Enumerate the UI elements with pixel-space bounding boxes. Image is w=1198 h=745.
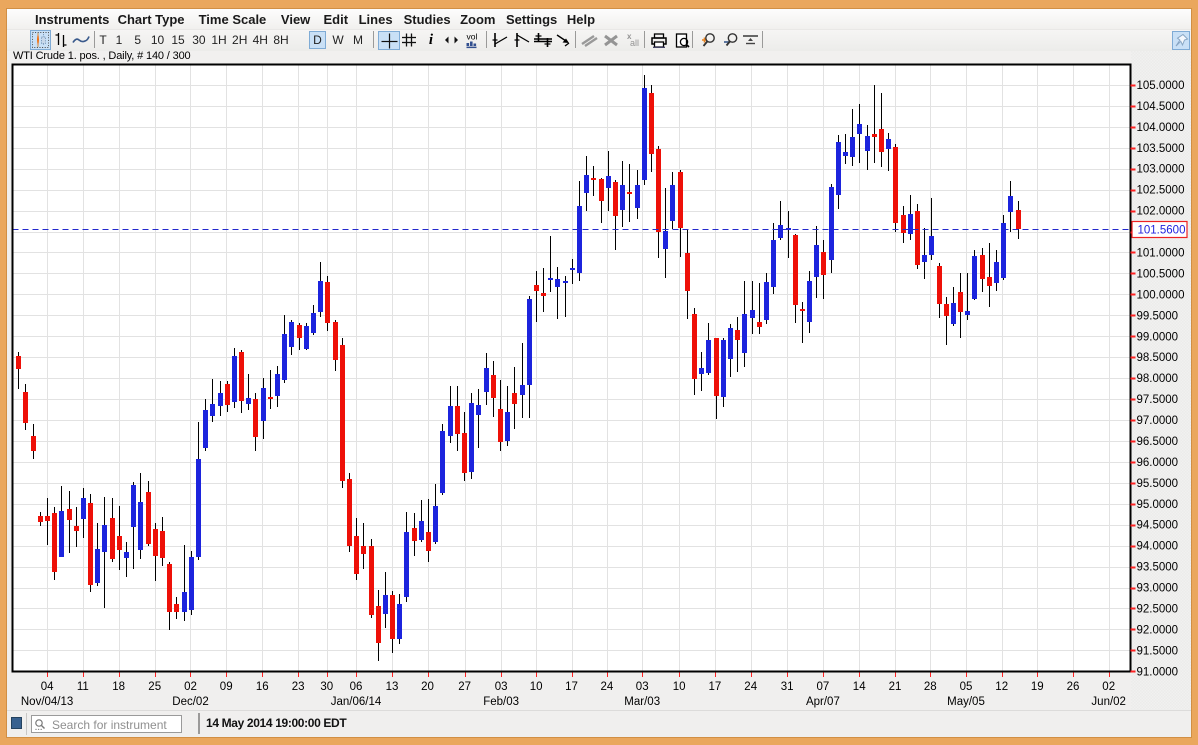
- svg-text:Jan/06/14: Jan/06/14: [331, 696, 382, 708]
- svg-text:28: 28: [924, 681, 937, 693]
- svg-text:16: 16: [256, 681, 269, 693]
- svg-text:Feb/03: Feb/03: [483, 696, 519, 708]
- svg-text:all: all: [630, 38, 639, 48]
- svg-text:21: 21: [889, 681, 902, 693]
- svg-text:104.5000: 104.5000: [1137, 101, 1185, 113]
- svg-text:May/05: May/05: [947, 696, 985, 708]
- svg-text:05: 05: [960, 681, 973, 693]
- svg-text:102.0000: 102.0000: [1137, 206, 1185, 218]
- svg-text:Apr/07: Apr/07: [806, 696, 840, 708]
- svg-text:20: 20: [421, 681, 434, 693]
- svg-text:vol: vol: [466, 32, 477, 42]
- svg-text:101.0000: 101.0000: [1137, 248, 1185, 260]
- svg-text:Dec/02: Dec/02: [172, 696, 208, 708]
- svg-text:07: 07: [817, 681, 830, 693]
- svg-text:103.5000: 103.5000: [1137, 143, 1185, 155]
- svg-text:Nov/04/13: Nov/04/13: [21, 696, 73, 708]
- svg-text:26: 26: [1067, 681, 1080, 693]
- svg-text:97.0000: 97.0000: [1137, 415, 1179, 427]
- svg-text:91.5000: 91.5000: [1137, 645, 1179, 657]
- svg-text:10: 10: [530, 681, 543, 693]
- svg-text:105.0000: 105.0000: [1137, 80, 1185, 92]
- svg-text:104.0000: 104.0000: [1137, 122, 1185, 134]
- svg-text:17: 17: [709, 681, 722, 693]
- svg-text:25: 25: [148, 681, 161, 693]
- svg-text:97.5000: 97.5000: [1137, 394, 1179, 406]
- svg-text:10: 10: [673, 681, 686, 693]
- svg-text:98.5000: 98.5000: [1137, 352, 1179, 364]
- svg-text:03: 03: [495, 681, 508, 693]
- svg-text:101.5600: 101.5600: [1138, 225, 1186, 237]
- svg-text:103.0000: 103.0000: [1137, 164, 1185, 176]
- svg-text:11: 11: [77, 681, 89, 693]
- svg-text:96.5000: 96.5000: [1137, 436, 1179, 448]
- svg-text:02: 02: [184, 681, 197, 693]
- svg-text:91.0000: 91.0000: [1137, 666, 1179, 678]
- svg-text:98.0000: 98.0000: [1137, 373, 1179, 385]
- svg-text:92.5000: 92.5000: [1137, 604, 1179, 616]
- svg-text:94.5000: 94.5000: [1137, 520, 1179, 532]
- svg-text:95.5000: 95.5000: [1137, 478, 1179, 490]
- svg-text:31: 31: [781, 681, 794, 693]
- svg-text:24: 24: [744, 681, 757, 693]
- svg-text:30: 30: [320, 681, 333, 693]
- svg-text:Mar/03: Mar/03: [624, 696, 660, 708]
- svg-text:99.5000: 99.5000: [1137, 310, 1179, 322]
- svg-text:03: 03: [636, 681, 649, 693]
- svg-text:102.5000: 102.5000: [1137, 185, 1185, 197]
- svg-text:18: 18: [112, 681, 125, 693]
- svg-text:14: 14: [853, 681, 866, 693]
- svg-text:Jun/02: Jun/02: [1091, 696, 1126, 708]
- svg-text:24: 24: [601, 681, 614, 693]
- svg-text:27: 27: [458, 681, 471, 693]
- svg-text:12: 12: [995, 681, 1008, 693]
- svg-text:93.0000: 93.0000: [1137, 583, 1179, 595]
- svg-text:23: 23: [292, 681, 305, 693]
- svg-text:96.0000: 96.0000: [1137, 457, 1179, 469]
- svg-text:100.0000: 100.0000: [1137, 289, 1185, 301]
- svg-text:93.5000: 93.5000: [1137, 562, 1179, 574]
- svg-text:17: 17: [565, 681, 578, 693]
- svg-text:06: 06: [350, 681, 363, 693]
- svg-text:04: 04: [41, 681, 54, 693]
- svg-text:92.0000: 92.0000: [1137, 624, 1179, 636]
- svg-text:100.5000: 100.5000: [1137, 268, 1185, 280]
- svg-text:99.0000: 99.0000: [1137, 331, 1179, 343]
- svg-text:95.0000: 95.0000: [1137, 499, 1179, 511]
- svg-text:19: 19: [1031, 681, 1044, 693]
- svg-text:94.0000: 94.0000: [1137, 541, 1179, 553]
- svg-text:13: 13: [386, 681, 399, 693]
- svg-text:09: 09: [220, 681, 233, 693]
- svg-text:02: 02: [1102, 681, 1115, 693]
